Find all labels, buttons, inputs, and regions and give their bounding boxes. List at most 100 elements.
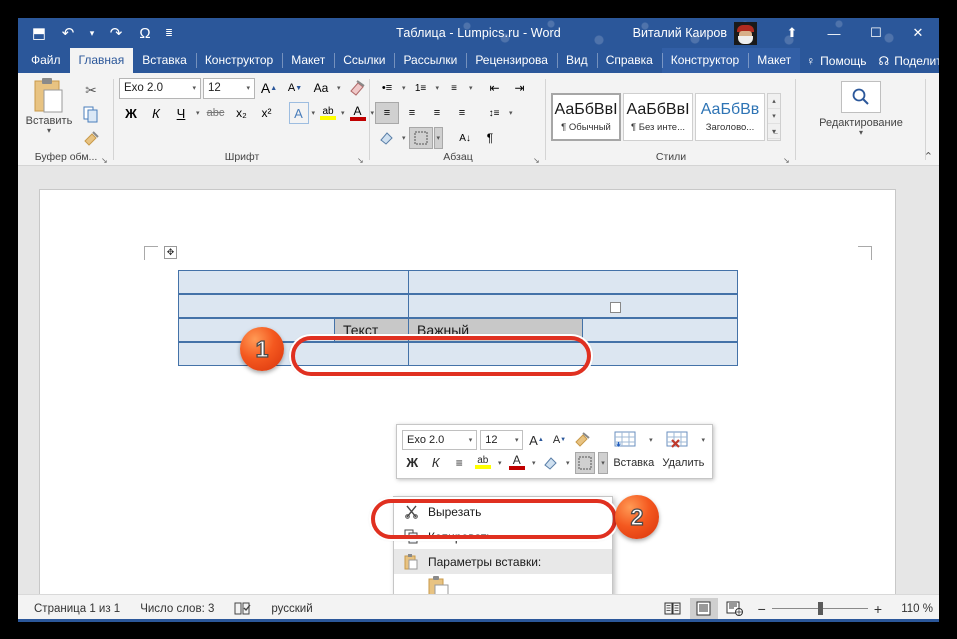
close-button[interactable]: ✕ [897,18,939,48]
bold-button[interactable]: Ж [119,102,143,124]
tell-me-button[interactable]: ♀ Помощь [800,48,872,73]
shading-caret-icon[interactable]: ▾ [400,134,408,142]
status-page[interactable]: Страница 1 из 1 [24,603,130,615]
context-menu[interactable]: Вырезать Копировать Параметры вставки: [393,496,613,594]
redo-icon[interactable]: ↷ [103,21,129,45]
line-spacing-icon[interactable]: ↕≡ [482,102,506,124]
zoom-in-button[interactable]: + [874,601,882,617]
justify-button[interactable]: ≡ [450,102,474,124]
mini-insert-button[interactable] [605,431,644,449]
table-row[interactable] [178,270,738,294]
styles-scroll-up-icon[interactable]: ▴ [768,94,780,109]
chevron-down-icon[interactable]: ▾ [192,84,196,92]
bullets-icon[interactable]: •≡ [375,77,399,99]
mini-insert-label[interactable]: Вставка [611,452,657,474]
mini-highlight-icon[interactable]: ab [473,452,494,474]
tab-file[interactable]: Файл [22,48,70,73]
undo-icon[interactable]: ↶ [55,21,81,45]
mini-delete-button[interactable] [658,431,697,449]
cut-icon[interactable]: ✂ [79,79,103,101]
multilevel-list-icon[interactable]: ≡ [442,77,466,99]
increase-indent-icon[interactable]: ⇥ [508,77,532,99]
symbol-omega-icon[interactable]: Ω [132,21,158,45]
highlight-caret-icon[interactable]: ▾ [339,109,347,117]
mini-grow-font-icon[interactable]: A▲ [526,429,546,451]
borders-caret-icon[interactable]: ▾ [434,127,444,149]
tab-help[interactable]: Справка [597,48,662,73]
ribbon-display-options-icon[interactable]: ⬆ [771,18,813,48]
tab-mailings[interactable]: Рассылки [394,48,466,73]
mini-bold-button[interactable]: Ж [402,452,423,474]
subscript-button[interactable]: x₂ [230,102,254,124]
tab-insert[interactable]: Вставка [133,48,196,73]
styles-scrollbar[interactable]: ▴ ▾ ▾̲ [767,93,781,141]
tab-table-layout[interactable]: Макет [748,48,800,73]
tab-table-design[interactable]: Конструктор [662,48,748,73]
align-right-button[interactable]: ≡ [425,102,449,124]
styles-more-icon[interactable]: ▾̲ [768,124,780,139]
mini-borders-icon[interactable] [575,452,596,474]
shading-icon[interactable] [375,127,399,149]
tab-references[interactable]: Ссылки [334,48,394,73]
styles-scroll-down-icon[interactable]: ▾ [768,109,780,124]
view-read-mode-button[interactable] [659,598,687,620]
superscript-button[interactable]: x² [255,102,279,124]
change-case-caret-icon[interactable]: ▾ [335,84,343,92]
align-center-button[interactable]: ≡ [400,102,424,124]
mini-shading-caret-icon[interactable]: ▾ [564,459,572,467]
numbering-caret-icon[interactable]: ▾ [434,84,442,92]
font-name-combo[interactable]: Exo 2.0 ▾ [119,78,201,99]
mini-font-size-combo[interactable]: 12 ▾ [480,430,523,450]
table-cell-selected-2[interactable]: Важный [408,318,583,342]
italic-button[interactable]: К [144,102,168,124]
mini-delete-label[interactable]: Удалить [660,452,707,474]
editing-caret-icon[interactable]: ▾ [859,129,863,137]
menu-item-cut[interactable]: Вырезать [394,499,612,524]
user-account-name[interactable]: Виталий Каиров [633,26,727,40]
font-dialog-launcher-icon[interactable]: ↘ [357,156,366,165]
view-print-layout-button[interactable] [690,598,718,620]
font-size-combo[interactable]: 12 ▾ [203,78,255,99]
mini-shrink-font-icon[interactable]: A▼ [549,429,569,451]
mini-font-color-caret-icon[interactable]: ▾ [530,459,538,467]
borders-icon[interactable] [409,127,433,149]
change-case-icon[interactable]: Aa [309,77,333,99]
paragraph-dialog-launcher-icon[interactable]: ↘ [533,156,542,165]
document-area[interactable]: ✥ Текст Важный Exo 2.0 ▾ [18,166,939,594]
copy-icon[interactable] [79,103,103,125]
text-highlight-icon[interactable]: ab [318,102,338,124]
share-button[interactable]: ☊ Поделиться [873,48,939,73]
collapse-ribbon-icon[interactable]: ⌃ [924,150,933,163]
sort-icon[interactable]: A↓ [453,127,477,149]
mini-toolbar[interactable]: Exo 2.0 ▾ 12 ▾ A▲ A▼ ▾ [396,424,713,479]
align-left-button[interactable]: ≡ [375,102,399,124]
show-formatting-marks-icon[interactable]: ¶ [478,127,502,149]
table-row[interactable] [178,294,738,318]
paste-button[interactable]: Вставить ▾ [23,77,75,134]
mini-highlight-caret-icon[interactable]: ▾ [496,459,504,467]
format-painter-icon[interactable] [79,127,103,149]
multilevel-caret-icon[interactable]: ▾ [467,84,475,92]
minimize-button[interactable]: — [813,18,855,48]
clipboard-dialog-launcher-icon[interactable]: ↘ [101,156,110,165]
zoom-track[interactable] [772,608,868,609]
mini-italic-button[interactable]: К [426,452,447,474]
mini-insert-caret-icon[interactable]: ▾ [647,436,655,444]
tab-view[interactable]: Вид [557,48,597,73]
zoom-thumb[interactable] [818,602,823,615]
tab-review[interactable]: Рецензирова [466,48,557,73]
editing-button[interactable]: Редактирование ▾ [806,81,916,137]
status-language[interactable]: русский [261,603,322,615]
style-normal[interactable]: АаБбВвІ ¶ Обычный [551,93,621,141]
maximize-button[interactable]: ☐ [855,18,897,48]
tab-design[interactable]: Конструктор [196,48,282,73]
strikethrough-button[interactable]: abc [203,102,229,124]
mini-styles-icon[interactable]: ≡ [449,452,470,474]
zoom-level[interactable]: 110 % [891,603,933,615]
bullets-caret-icon[interactable]: ▾ [400,84,408,92]
mini-font-name-combo[interactable]: Exo 2.0 ▾ [402,430,477,450]
text-effects-caret-icon[interactable]: ▾ [310,109,318,117]
decrease-indent-icon[interactable]: ⇤ [483,77,507,99]
text-effects-icon[interactable]: A [289,102,309,124]
line-spacing-caret-icon[interactable]: ▾ [507,109,515,117]
